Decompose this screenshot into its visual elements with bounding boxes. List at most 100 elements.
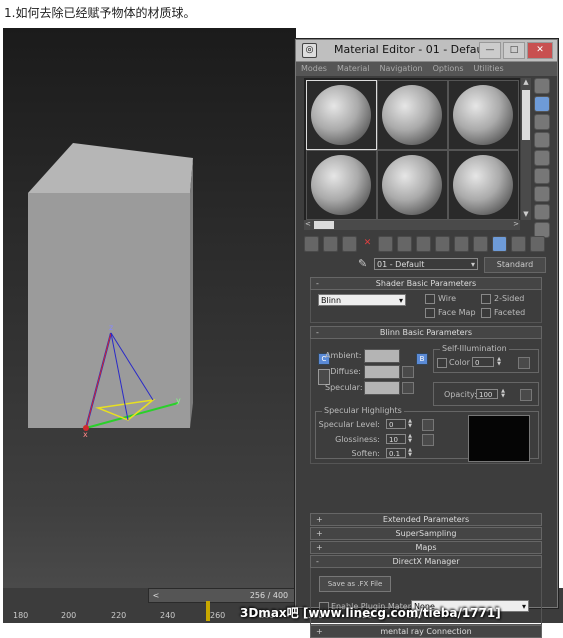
- maximize-button[interactable]: □: [503, 42, 525, 59]
- spinner-icon[interactable]: ▲ ▼: [407, 434, 413, 444]
- material-sphere: [453, 155, 513, 215]
- background-icon[interactable]: [534, 114, 550, 130]
- copy-material-icon[interactable]: [378, 236, 393, 252]
- ambient-label: Ambient:: [325, 351, 362, 360]
- slots-horizontal-scrollbar[interactable]: < >: [304, 220, 520, 230]
- material-sphere: [311, 155, 371, 215]
- shader-type-dropdown[interactable]: Blinn: [318, 294, 406, 307]
- material-type-button[interactable]: Standard: [484, 257, 546, 273]
- rollout-header[interactable]: - Blinn Basic Parameters: [310, 326, 542, 339]
- glossiness-field[interactable]: 10: [386, 434, 406, 444]
- go-forward-sibling-icon[interactable]: [511, 236, 526, 252]
- sample-slots: [304, 78, 520, 220]
- menu-modes[interactable]: Modes: [296, 62, 332, 76]
- rollout-header[interactable]: + Maps: [310, 541, 542, 554]
- make-unique-icon[interactable]: [397, 236, 412, 252]
- spinner-icon[interactable]: ▲ ▼: [407, 419, 413, 429]
- perspective-viewport[interactable]: z y x: [3, 28, 296, 588]
- scroll-thumb[interactable]: [522, 90, 530, 140]
- uv-tiling-icon[interactable]: [534, 132, 550, 148]
- two-sided-checkbox[interactable]: [481, 294, 491, 304]
- put-to-library-icon[interactable]: [416, 236, 431, 252]
- self-illum-value-field[interactable]: 0: [472, 357, 494, 367]
- specular-level-label: Specular Level:: [318, 420, 380, 429]
- menu-material[interactable]: Material: [332, 62, 375, 76]
- rollout-header[interactable]: + Extended Parameters: [310, 513, 542, 526]
- diffuse-map-button[interactable]: [402, 366, 414, 378]
- menu-utilities[interactable]: Utilities: [469, 62, 509, 76]
- spinner-icon[interactable]: ▲ ▼: [407, 448, 413, 458]
- x-axis-label: x: [83, 430, 88, 439]
- scroll-right-icon[interactable]: >: [513, 220, 519, 228]
- scroll-down-icon[interactable]: ▼: [521, 210, 531, 220]
- pick-material-icon[interactable]: [530, 236, 545, 252]
- sample-type-icon[interactable]: [534, 78, 550, 94]
- window-title: Material Editor - 01 - Default: [334, 43, 491, 56]
- backlight-icon[interactable]: [534, 96, 550, 112]
- rollout-header[interactable]: - DirectX Manager: [310, 555, 542, 568]
- face-map-checkbox[interactable]: [425, 308, 435, 318]
- box-object[interactable]: [3, 28, 296, 588]
- rollout-header[interactable]: - Shader Basic Parameters: [310, 277, 542, 290]
- eyedropper-icon[interactable]: ✎: [358, 257, 367, 270]
- sample-slot-1[interactable]: [306, 80, 377, 150]
- map-lock-toggle[interactable]: B: [416, 353, 428, 365]
- sample-slot-4[interactable]: [306, 150, 377, 220]
- spinner-icon[interactable]: ▲ ▼: [496, 357, 502, 367]
- wire-label: Wire: [438, 294, 456, 303]
- scroll-thumb[interactable]: [314, 221, 334, 229]
- material-name-field[interactable]: 01 - Default: [374, 258, 478, 271]
- put-to-scene-icon[interactable]: [323, 236, 338, 252]
- specular-level-map-button[interactable]: [422, 419, 434, 431]
- title-bar[interactable]: ◎ Material Editor - 01 - Default — □ ✕: [296, 40, 557, 62]
- rollout-header[interactable]: + mental ray Connection: [310, 625, 542, 638]
- select-by-material-icon[interactable]: [534, 204, 550, 220]
- maps-rollout[interactable]: + Maps: [310, 541, 542, 554]
- show-end-result-icon[interactable]: [473, 236, 488, 252]
- save-fx-file-button[interactable]: Save as .FX File: [319, 576, 391, 592]
- highlight-curve-preview: [468, 415, 530, 462]
- reset-map-delete-icon[interactable]: ✕: [361, 236, 374, 250]
- supersampling-rollout[interactable]: + SuperSampling: [310, 527, 542, 540]
- opacity-map-button[interactable]: [520, 389, 532, 401]
- sample-slot-5[interactable]: [377, 150, 448, 220]
- get-material-icon[interactable]: [304, 236, 319, 252]
- ruler-tick: 260: [210, 611, 226, 620]
- soften-field[interactable]: 0.1: [386, 448, 406, 458]
- spinner-icon[interactable]: ▲ ▼: [500, 389, 506, 399]
- assign-to-selection-icon[interactable]: [342, 236, 357, 252]
- mental-ray-connection-rollout[interactable]: + mental ray Connection: [310, 625, 542, 638]
- extended-parameters-rollout[interactable]: + Extended Parameters: [310, 513, 542, 526]
- show-shaded-material-icon[interactable]: [454, 236, 469, 252]
- slots-vertical-scrollbar[interactable]: ▲ ▼: [521, 78, 531, 220]
- material-id-channel-icon[interactable]: [435, 236, 450, 252]
- menu-bar: Modes Material Navigation Options Utilit…: [296, 62, 557, 76]
- options-icon[interactable]: [534, 186, 550, 202]
- caption-text: 1.如何去除已经赋予物体的材质球。: [4, 6, 196, 20]
- specular-color-swatch[interactable]: [364, 381, 400, 395]
- self-illum-map-button[interactable]: [518, 357, 530, 369]
- scroll-up-icon[interactable]: ▲: [521, 78, 531, 88]
- make-preview-icon[interactable]: [534, 168, 550, 184]
- specular-level-field[interactable]: 0: [386, 419, 406, 429]
- faceted-checkbox[interactable]: [481, 308, 491, 318]
- opacity-field[interactable]: 100: [476, 389, 498, 399]
- diffuse-color-swatch[interactable]: [364, 365, 400, 379]
- minimize-button[interactable]: —: [479, 42, 501, 59]
- specular-map-button[interactable]: [402, 382, 414, 394]
- menu-options[interactable]: Options: [428, 62, 469, 76]
- video-color-check-icon[interactable]: [534, 150, 550, 166]
- sample-slot-6[interactable]: [448, 150, 519, 220]
- ambient-color-swatch[interactable]: [364, 349, 400, 363]
- self-illum-color-checkbox[interactable]: [437, 358, 447, 368]
- sample-slot-3[interactable]: [448, 80, 519, 150]
- rollout-header[interactable]: + SuperSampling: [310, 527, 542, 540]
- close-button[interactable]: ✕: [527, 42, 553, 59]
- glossiness-map-button[interactable]: [422, 434, 434, 446]
- scroll-left-icon[interactable]: <: [305, 220, 311, 228]
- sample-slot-2[interactable]: [377, 80, 448, 150]
- glossiness-label: Glossiness:: [335, 435, 380, 444]
- go-to-parent-icon[interactable]: [492, 236, 507, 252]
- menu-navigation[interactable]: Navigation: [374, 62, 427, 76]
- wire-checkbox[interactable]: [425, 294, 435, 304]
